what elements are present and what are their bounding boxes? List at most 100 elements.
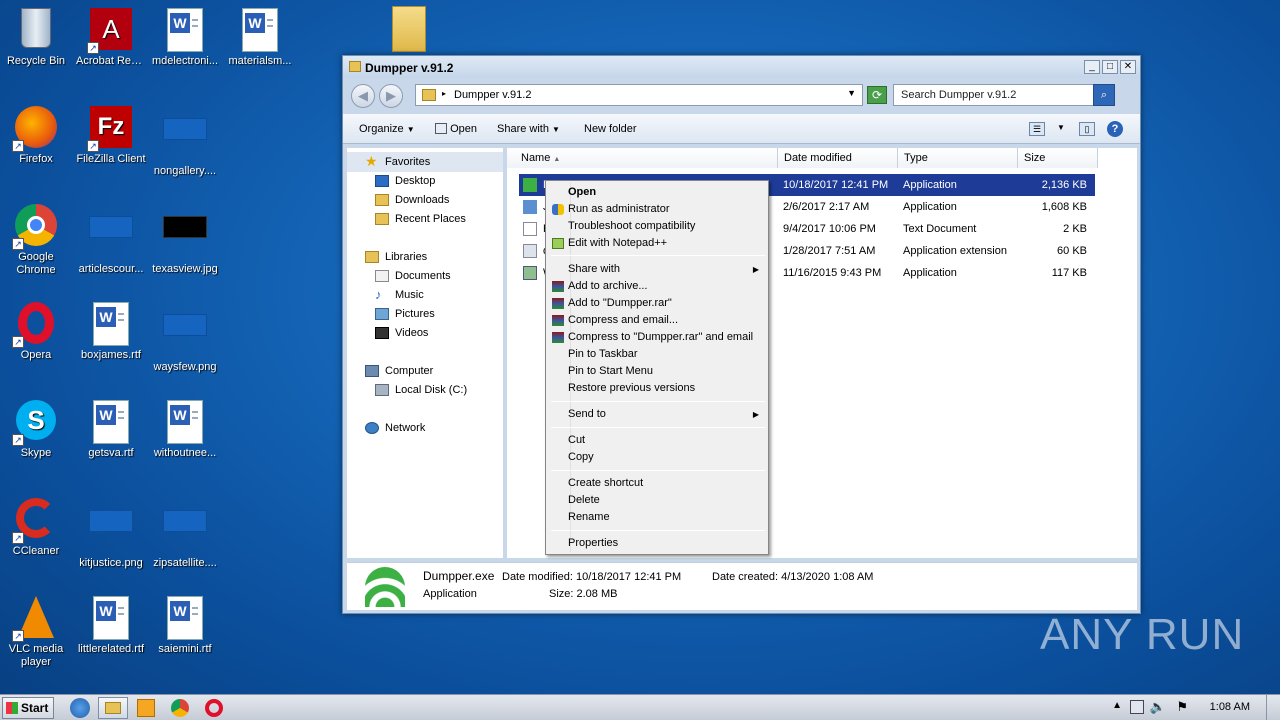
- image-file-icon: [163, 216, 207, 260]
- desktop-icon-opera[interactable]: ↗ Opera: [1, 302, 71, 362]
- chevron-down-icon[interactable]: ▼: [847, 88, 856, 98]
- desktop-icon-materialsm[interactable]: W materialsm...: [225, 8, 295, 68]
- menu-item-restore[interactable]: Restore previous versions: [549, 380, 765, 397]
- menu-item-delete[interactable]: Delete: [549, 492, 765, 509]
- menu-item-rename[interactable]: Rename: [549, 509, 765, 526]
- desktop-icon-getsva[interactable]: W getsva.rtf: [76, 400, 146, 460]
- menu-item-add-archive[interactable]: Add to archive...: [549, 278, 765, 295]
- image-file-icon: [163, 510, 207, 554]
- minimize-button[interactable]: _: [1084, 60, 1100, 74]
- desktop-icon-saiemini[interactable]: W saiemini.rtf: [150, 596, 220, 656]
- menu-item-troubleshoot[interactable]: Troubleshoot compatibility: [549, 218, 765, 235]
- image-file-icon: [89, 510, 133, 554]
- maximize-button[interactable]: □: [1102, 60, 1118, 74]
- clock[interactable]: 1:08 AM: [1210, 701, 1250, 713]
- uac-shield-icon: [552, 204, 564, 215]
- search-input[interactable]: Search Dumpper v.91.2 ⌕: [893, 84, 1115, 106]
- breadcrumb[interactable]: Dumpper v.91.2: [454, 89, 531, 101]
- menu-item-pin-start[interactable]: Pin to Start Menu: [549, 363, 765, 380]
- column-header-date[interactable]: Date modified: [778, 148, 898, 168]
- desktop-icon-articlescour[interactable]: articlescour...: [76, 204, 146, 276]
- chrome-icon[interactable]: [171, 699, 189, 717]
- desktop-icon-texasview[interactable]: texasview.jpg: [150, 204, 220, 276]
- recent-places-icon: [375, 213, 389, 225]
- desktop-icon-skype[interactable]: S ↗ Skype: [1, 400, 71, 460]
- share-with-button[interactable]: Share with ▼: [497, 123, 560, 135]
- view-options-icon[interactable]: ☰: [1029, 122, 1045, 136]
- desktop-icon-acrobat[interactable]: A↗ Acrobat Reader DC: [76, 8, 146, 68]
- organize-button[interactable]: Organize ▼: [359, 123, 415, 135]
- menu-item-share-with[interactable]: Share with ▶: [549, 261, 765, 278]
- menu-item-cut[interactable]: Cut: [549, 432, 765, 449]
- chevron-down-icon: ▼: [552, 125, 560, 134]
- desktop-icon-littlerelated[interactable]: W littlerelated.rtf: [76, 596, 146, 656]
- documents-icon: [375, 270, 389, 282]
- forward-button[interactable]: ▶: [379, 84, 403, 108]
- internet-explorer-icon[interactable]: [70, 698, 90, 718]
- sort-arrow-icon: ▲: [553, 156, 561, 163]
- action-center-icon[interactable]: [1130, 700, 1144, 714]
- title-bar[interactable]: Dumpper v.91.2 _ □ ✕: [343, 56, 1140, 78]
- menu-item-edit-notepad[interactable]: Edit with Notepad++: [549, 235, 765, 252]
- skype-icon: S ↗: [12, 400, 58, 446]
- help-icon[interactable]: ?: [1107, 121, 1123, 137]
- context-menu: Open Run as administrator Troubleshoot c…: [545, 180, 769, 555]
- menu-item-compress-email[interactable]: Compress and email...: [549, 312, 765, 329]
- refresh-button[interactable]: ⟳: [867, 86, 887, 104]
- show-desktop-button[interactable]: [1266, 695, 1280, 720]
- column-header-size[interactable]: Size: [1018, 148, 1098, 168]
- menu-item-send-to[interactable]: Send to ▶: [549, 406, 765, 423]
- desktop-icon-mdelectroni[interactable]: W mdelectroni...: [150, 8, 220, 68]
- submenu-arrow-icon: ▶: [752, 410, 759, 419]
- explorer-taskbar-button[interactable]: [98, 697, 128, 719]
- close-button[interactable]: ✕: [1120, 60, 1136, 74]
- menu-item-run-as-admin[interactable]: Run as administrator: [549, 201, 765, 218]
- desktop-icon-kitjustice[interactable]: kitjustice.png: [76, 498, 146, 570]
- menu-item-add-rar[interactable]: Add to "Dumpper.rar": [549, 295, 765, 312]
- media-player-icon[interactable]: [137, 699, 155, 717]
- speaker-icon[interactable]: 🔈: [1150, 699, 1166, 715]
- new-folder-button[interactable]: New folder: [584, 123, 637, 135]
- chevron-down-icon[interactable]: ▼: [1057, 123, 1065, 132]
- menu-item-pin-taskbar[interactable]: Pin to Taskbar: [549, 346, 765, 363]
- dll-file-icon: [523, 244, 537, 258]
- column-header-name[interactable]: Name ▲: [507, 148, 778, 168]
- flag-icon[interactable]: ⚑: [1176, 699, 1188, 715]
- address-box[interactable]: ▸ Dumpper v.91.2 ▼: [415, 84, 863, 106]
- start-button[interactable]: Start: [2, 697, 54, 719]
- search-icon[interactable]: ⌕: [1093, 84, 1115, 106]
- menu-item-open[interactable]: Open: [549, 184, 765, 201]
- folder-icon[interactable]: [392, 6, 426, 52]
- back-button[interactable]: ◀: [351, 84, 375, 108]
- downloads-icon: [375, 194, 389, 206]
- menu-item-properties[interactable]: Properties: [549, 535, 765, 552]
- desktop-icon-ccleaner[interactable]: ↗ CCleaner: [1, 498, 71, 558]
- menu-item-copy[interactable]: Copy: [549, 449, 765, 466]
- chevron-down-icon: ▼: [406, 125, 415, 134]
- menu-separator: [551, 255, 765, 256]
- desktop-icon-vlc[interactable]: ↗ VLC media player: [1, 596, 71, 669]
- desktop-icon-boxjames[interactable]: W boxjames.rtf: [76, 302, 146, 362]
- menu-item-compress-rar-email[interactable]: Compress to "Dumpper.rar" and email: [549, 329, 765, 346]
- desktop-icon-waysfew[interactable]: waysfew.png: [150, 302, 220, 374]
- preview-pane-icon[interactable]: ▯: [1079, 122, 1095, 136]
- open-button[interactable]: Open: [435, 123, 477, 135]
- details-size: Size: 2.08 MB: [549, 588, 618, 600]
- show-hidden-icons-icon[interactable]: ▲: [1112, 700, 1122, 711]
- desktop-icon-firefox[interactable]: ↗ Firefox: [1, 106, 71, 166]
- navigation-pane: ★ Favorites Desktop Downloads Recent Plac…: [347, 148, 503, 558]
- opera-icon[interactable]: [205, 699, 223, 717]
- desktop-icon-chrome[interactable]: ↗ Google Chrome: [1, 204, 71, 277]
- breadcrumb-arrow-icon[interactable]: ▸: [442, 89, 446, 98]
- disk-icon: [375, 384, 389, 396]
- firefox-icon: ↗: [12, 106, 58, 152]
- folder-icon: [105, 702, 121, 714]
- desktop-icon-filezilla[interactable]: Fz ↗ FileZilla Client: [76, 106, 146, 166]
- window-title: Dumpper v.91.2: [365, 61, 454, 75]
- desktop-icon-zipsatellite[interactable]: zipsatellite....: [150, 498, 220, 570]
- menu-item-create-shortcut[interactable]: Create shortcut: [549, 475, 765, 492]
- desktop-icon-recycle-bin[interactable]: Recycle Bin: [1, 8, 71, 68]
- desktop-icon-nongallery[interactable]: nongallery....: [150, 106, 220, 178]
- column-header-type[interactable]: Type: [898, 148, 1018, 168]
- desktop-icon-withoutnee[interactable]: W withoutnee...: [150, 400, 220, 460]
